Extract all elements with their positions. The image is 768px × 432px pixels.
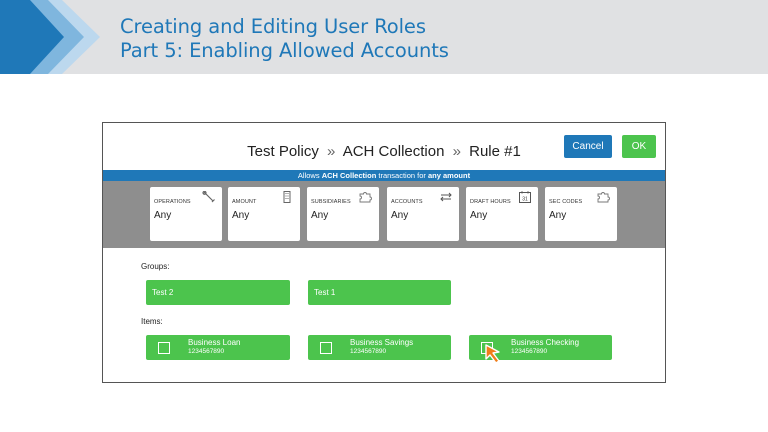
wrench-icon [202,191,215,203]
card-value: Any [154,210,172,221]
building-icon [283,191,291,203]
rule-summary-amount: any amount [428,171,471,180]
card-sec-codes[interactable]: SEC CODES Any [545,187,617,241]
card-label: SEC CODES [549,199,583,205]
pointer-cursor-icon [485,344,500,364]
group-label: Test 2 [152,288,174,297]
item-business-savings[interactable]: Business Savings 1234567890 [308,335,451,360]
puzzle-icon [359,192,372,203]
breadcrumb-rule: Rule #1 [469,143,521,160]
rule-editor-dialog: Test Policy » ACH Collection » Rule #1 C… [102,122,666,383]
header-banner: Creating and Editing User Roles Part 5: … [0,0,768,74]
breadcrumb-policy[interactable]: Test Policy [247,143,319,160]
rule-criteria-strip: OPERATIONS Any AMOUNT Any SUBSIDIARIES A… [103,181,665,248]
rule-summary-prefix: Allows [297,171,320,180]
breadcrumb-separator: » [452,143,461,160]
item-name: Business Savings [350,338,414,347]
card-subsidiaries[interactable]: SUBSIDIARIES Any [307,187,379,241]
card-amount[interactable]: AMOUNT Any [228,187,300,241]
puzzle-icon [597,192,610,203]
rule-summary-middle: transaction for [378,171,426,180]
card-label: DRAFT HOURS [470,199,511,205]
item-checkbox[interactable] [320,342,332,354]
page-subtitle: Part 5: Enabling Allowed Accounts [120,39,449,62]
group-button-test-2[interactable]: Test 2 [146,280,290,305]
rule-summary-transaction: ACH Collection [321,171,377,180]
item-checkbox[interactable] [158,342,170,354]
calendar-icon: 31 [519,191,531,203]
card-value: Any [232,210,250,221]
card-label: ACCOUNTS [391,199,423,205]
items-label: Items: [141,317,163,326]
item-business-checking[interactable]: Business Checking 1234567890 [469,335,612,364]
card-draft-hours[interactable]: 31 DRAFT HOURS Any [466,187,538,241]
item-name: Business Loan [188,338,241,347]
group-label: Test 1 [314,288,336,297]
card-label: OPERATIONS [154,199,191,205]
item-account-number: 1234567890 [350,348,387,355]
transfer-arrows-icon [440,192,452,202]
rule-summary-bar: Allows ACH Collection transaction for an… [103,170,665,181]
group-button-test-1[interactable]: Test 1 [308,280,451,305]
card-operations[interactable]: OPERATIONS Any [150,187,222,241]
calendar-icon-text: 31 [522,197,528,203]
breadcrumb-transaction[interactable]: ACH Collection [343,143,445,160]
card-value: Any [549,210,567,221]
breadcrumb-separator: » [327,143,336,160]
card-value: Any [391,210,409,221]
card-accounts[interactable]: ACCOUNTS Any [387,187,459,241]
card-label: AMOUNT [232,199,257,205]
item-account-number: 1234567890 [511,348,548,355]
groups-label: Groups: [141,262,170,271]
item-business-loan[interactable]: Business Loan 1234567890 [146,335,290,360]
cancel-button[interactable]: Cancel [564,135,612,158]
card-value: Any [311,210,329,221]
page-title: Creating and Editing User Roles [120,15,426,38]
banner-chevron-graphic [0,0,100,74]
item-name: Business Checking [511,338,580,347]
ok-button[interactable]: OK [622,135,656,158]
card-value: Any [470,210,488,221]
card-label: SUBSIDIARIES [311,199,351,205]
item-account-number: 1234567890 [188,348,225,355]
